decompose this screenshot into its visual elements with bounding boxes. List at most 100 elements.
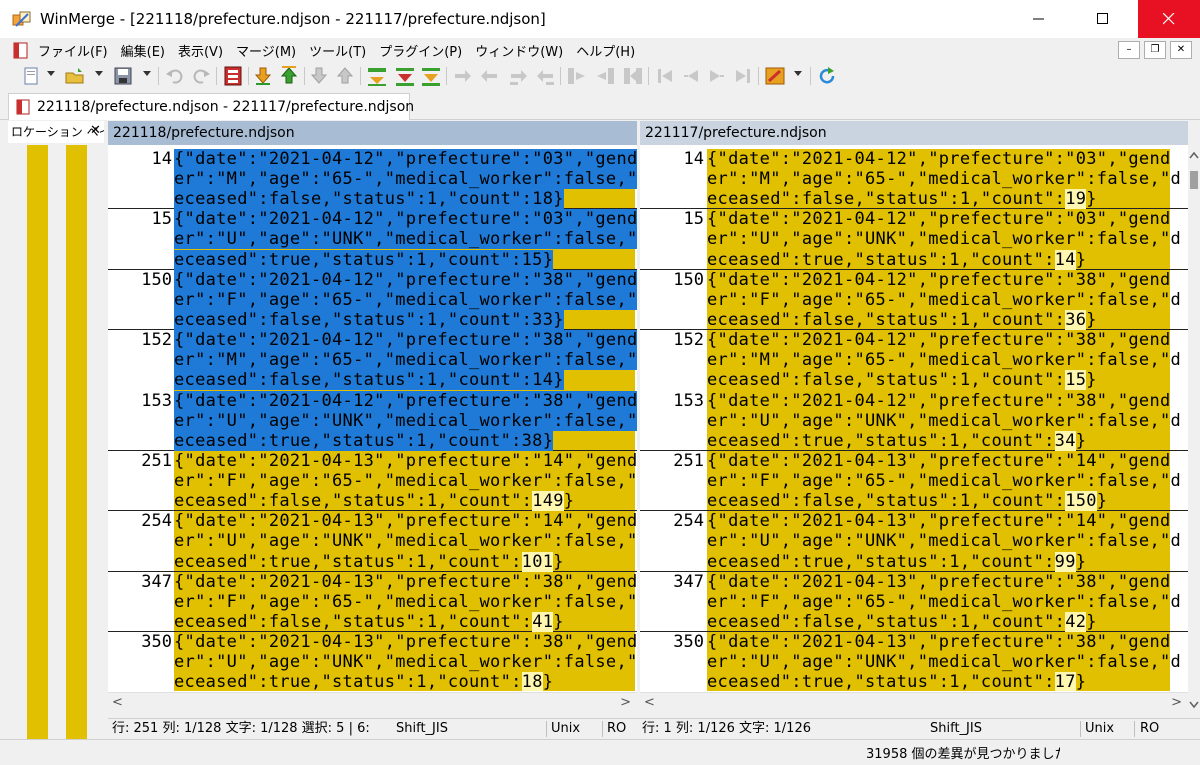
menu-item-6[interactable]: ウィンドウ(W) bbox=[475, 41, 563, 60]
text-line: eceased":false,"status":1,"count":42} bbox=[707, 611, 1170, 632]
line-text[interactable]: {"date":"2021-04-12","prefecture":"38","… bbox=[174, 330, 637, 391]
left-diff-row[interactable]: 152 {"date":"2021-04-12","prefecture":"38… bbox=[108, 330, 637, 391]
left-diff-row[interactable]: 347 {"date":"2021-04-13","prefecture":"38… bbox=[108, 571, 637, 633]
scroll-up-icon[interactable] bbox=[1189, 151, 1199, 159]
refresh-icon[interactable] bbox=[816, 65, 838, 87]
line-text[interactable]: {"date":"2021-04-12","prefecture":"03","… bbox=[174, 209, 637, 270]
copy-all-right-icon[interactable] bbox=[508, 65, 530, 87]
line-text[interactable]: {"date":"2021-04-12","prefecture":"38","… bbox=[707, 330, 1181, 391]
mdi-close-button[interactable]: ✕ bbox=[1170, 41, 1192, 59]
copy-right-icon[interactable] bbox=[366, 65, 388, 87]
line-text[interactable]: {"date":"2021-04-12","prefecture":"03","… bbox=[707, 209, 1181, 270]
mdi-restore-button[interactable]: ❐ bbox=[1144, 41, 1166, 59]
maximize-button[interactable] bbox=[1080, 0, 1126, 38]
line-text[interactable]: {"date":"2021-04-13","prefecture":"38","… bbox=[174, 632, 637, 691]
location-pane-close-icon[interactable]: ✕ bbox=[90, 123, 101, 138]
mdi-minimize-button[interactable]: – bbox=[1118, 41, 1140, 59]
line-text[interactable]: {"date":"2021-04-13","prefecture":"14","… bbox=[174, 450, 637, 512]
right-diff-row[interactable]: 251 {"date":"2021-04-13","prefecture":"14… bbox=[640, 450, 1188, 512]
prev-conflict-icon[interactable] bbox=[680, 65, 702, 87]
close-button[interactable] bbox=[1138, 0, 1200, 38]
vertical-scrollbar-thumb[interactable] bbox=[1190, 171, 1198, 189]
right-horizontal-scrollbar[interactable]: < > bbox=[640, 692, 1188, 713]
prev-diff-icon[interactable] bbox=[278, 65, 300, 87]
right-diff-row[interactable]: 14 {"date":"2021-04-12","prefecture":"03"… bbox=[640, 149, 1188, 210]
undo-icon[interactable] bbox=[164, 65, 186, 87]
left-diff-row[interactable]: 251 {"date":"2021-04-13","prefecture":"14… bbox=[108, 450, 637, 512]
scroll-down-icon[interactable] bbox=[1189, 701, 1199, 709]
line-text[interactable]: {"date":"2021-04-12","prefecture":"03","… bbox=[707, 149, 1181, 210]
right-diff-row[interactable]: 150 {"date":"2021-04-12","prefecture":"38… bbox=[640, 269, 1188, 331]
tools-icon[interactable] bbox=[764, 65, 786, 87]
copy-left-icon[interactable] bbox=[394, 65, 416, 87]
menu-item-7[interactable]: ヘルプ(H) bbox=[576, 41, 635, 60]
right-diff-row[interactable]: 254 {"date":"2021-04-13","prefecture":"14… bbox=[640, 511, 1188, 572]
menu-item-0[interactable]: ファイル(F) bbox=[38, 41, 108, 60]
next-conflict-icon[interactable] bbox=[706, 65, 728, 87]
right-pane-content[interactable]: 14 {"date":"2021-04-12","prefecture":"03"… bbox=[640, 149, 1188, 691]
left-diff-row[interactable]: 14 {"date":"2021-04-12","prefecture":"03"… bbox=[108, 149, 637, 210]
tab-compare-document[interactable]: 221118/prefecture.ndjson - 221117/prefec… bbox=[8, 93, 414, 120]
right-status-eol[interactable]: Unix bbox=[1085, 719, 1114, 739]
line-text[interactable]: {"date":"2021-04-13","prefecture":"14","… bbox=[707, 450, 1181, 512]
menu-item-4[interactable]: ツール(T) bbox=[309, 41, 366, 60]
line-text[interactable]: {"date":"2021-04-13","prefecture":"38","… bbox=[707, 632, 1181, 691]
line-text[interactable]: {"date":"2021-04-13","prefecture":"14","… bbox=[174, 511, 637, 572]
line-text[interactable]: {"date":"2021-04-13","prefecture":"38","… bbox=[707, 571, 1181, 632]
merge-icon[interactable] bbox=[420, 65, 442, 87]
redo-icon[interactable] bbox=[190, 65, 212, 87]
copy-all-left-icon[interactable] bbox=[534, 65, 556, 87]
right-diff-row[interactable]: 15 {"date":"2021-04-12","prefecture":"03"… bbox=[640, 209, 1188, 270]
document-icon[interactable] bbox=[12, 42, 30, 59]
last-conflict-icon[interactable] bbox=[732, 65, 754, 87]
right-diff-row[interactable]: 152 {"date":"2021-04-12","prefecture":"38… bbox=[640, 330, 1188, 391]
line-text[interactable]: {"date":"2021-04-12","prefecture":"38","… bbox=[174, 269, 637, 330]
location-bar-left[interactable] bbox=[27, 145, 48, 751]
line-text[interactable]: {"date":"2021-04-13","prefecture":"14","… bbox=[707, 511, 1181, 572]
scroll-right-icon[interactable]: > bbox=[1171, 695, 1182, 710]
right-diff-row[interactable]: 347 {"date":"2021-04-13","prefecture":"38… bbox=[640, 571, 1188, 633]
new-icon[interactable] bbox=[20, 65, 42, 87]
left-pane-content[interactable]: 14 {"date":"2021-04-12","prefecture":"03"… bbox=[108, 149, 637, 691]
menu-item-3[interactable]: マージ(M) bbox=[236, 41, 296, 60]
line-text[interactable]: {"date":"2021-04-12","prefecture":"38","… bbox=[174, 390, 637, 451]
scroll-right-icon[interactable]: > bbox=[620, 695, 631, 710]
scroll-left-icon[interactable]: < bbox=[112, 695, 123, 710]
right-status-encoding[interactable]: Shift_JIS bbox=[930, 719, 982, 739]
vertical-scrollbar[interactable] bbox=[1188, 145, 1200, 715]
save-icon[interactable] bbox=[112, 65, 134, 87]
line-text[interactable]: {"date":"2021-04-12","prefecture":"03","… bbox=[174, 149, 637, 210]
arrow-right-icon[interactable] bbox=[452, 65, 474, 87]
left-diff-row[interactable]: 254 {"date":"2021-04-13","prefecture":"14… bbox=[108, 511, 637, 572]
location-bar-right[interactable] bbox=[66, 145, 87, 751]
options-icon[interactable] bbox=[222, 65, 244, 87]
left-horizontal-scrollbar[interactable]: < > bbox=[108, 692, 637, 713]
left-diff-row[interactable]: 150 {"date":"2021-04-12","prefecture":"38… bbox=[108, 269, 637, 331]
all-icon[interactable] bbox=[622, 65, 644, 87]
last-diff-icon[interactable] bbox=[334, 65, 356, 87]
menu-item-5[interactable]: プラグイン(P) bbox=[379, 41, 462, 60]
left-diff-row[interactable]: 153 {"date":"2021-04-12","prefecture":"38… bbox=[108, 390, 637, 451]
menu-item-1[interactable]: 編集(E) bbox=[121, 41, 165, 60]
first-diff-icon[interactable] bbox=[308, 65, 330, 87]
left-status-encoding[interactable]: Shift_JIS bbox=[396, 719, 448, 739]
first-conflict-icon[interactable] bbox=[654, 65, 676, 87]
left-status-eol[interactable]: Unix bbox=[551, 719, 580, 739]
copy-right-advance-icon[interactable] bbox=[566, 65, 588, 87]
text-segment: } bbox=[1075, 551, 1087, 572]
minimize-button[interactable] bbox=[1016, 0, 1062, 38]
copy-left-advance-icon[interactable] bbox=[594, 65, 616, 87]
menu-item-2[interactable]: 表示(V) bbox=[178, 41, 223, 60]
right-diff-row[interactable]: 153 {"date":"2021-04-12","prefecture":"38… bbox=[640, 390, 1188, 451]
arrow-left-icon[interactable] bbox=[478, 65, 500, 87]
changed-value: 14 bbox=[1054, 249, 1076, 270]
left-diff-row[interactable]: 350 {"date":"2021-04-13","prefecture":"38… bbox=[108, 632, 637, 691]
right-diff-row[interactable]: 350 {"date":"2021-04-13","prefecture":"38… bbox=[640, 632, 1188, 691]
line-text[interactable]: {"date":"2021-04-12","prefecture":"38","… bbox=[707, 269, 1181, 330]
scroll-left-icon[interactable]: < bbox=[644, 695, 655, 710]
open-icon[interactable] bbox=[64, 65, 86, 87]
left-diff-row[interactable]: 15 {"date":"2021-04-12","prefecture":"03"… bbox=[108, 209, 637, 270]
line-text[interactable]: {"date":"2021-04-12","prefecture":"38","… bbox=[707, 390, 1181, 451]
line-text[interactable]: {"date":"2021-04-13","prefecture":"38","… bbox=[174, 571, 637, 632]
next-diff-icon[interactable] bbox=[252, 65, 274, 87]
